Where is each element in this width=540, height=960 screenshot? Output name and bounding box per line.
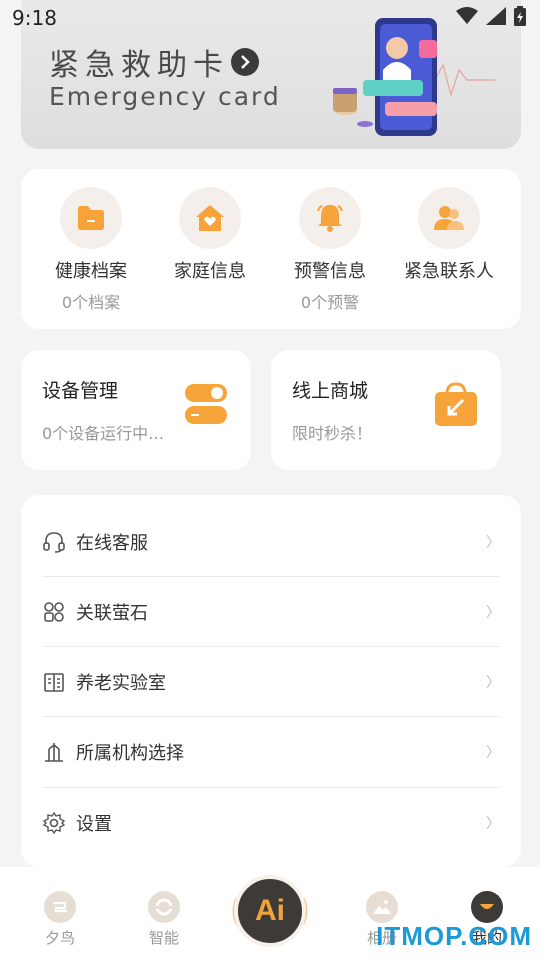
- chevron-right-icon: 〉: [486, 535, 500, 551]
- menu-label: 养老实验室: [76, 673, 166, 694]
- banner-title: 紧急救助卡: [49, 48, 229, 83]
- shopping-bag-icon: [435, 382, 477, 426]
- banner-title-row: 紧急救助卡: [49, 40, 259, 84]
- device-title: 设备管理: [42, 380, 119, 402]
- home-heart-icon: [196, 205, 224, 231]
- shop-title: 线上商城: [292, 380, 369, 402]
- quick-item-emergency-contacts[interactable]: 紧急联系人: [389, 187, 509, 289]
- settings-menu-card: 在线客服 〉 关联萤石 〉 养老实验室 〉 所属机构选择 〉 设置 〉: [21, 495, 521, 867]
- quick-item-family-info[interactable]: 家庭信息: [150, 187, 270, 289]
- gear-icon: [42, 811, 66, 835]
- smart-ring-icon: [148, 891, 180, 923]
- shop-sub: 限时秒杀！: [292, 424, 373, 443]
- menu-item-customer-service[interactable]: 在线客服 〉: [42, 507, 500, 577]
- chevron-right-icon: 〉: [486, 816, 500, 832]
- quick-item-health-records[interactable]: 健康档案 0个档案: [31, 187, 151, 313]
- tab-label: 夕鸟: [44, 929, 75, 947]
- quick-label: 预警信息: [294, 261, 366, 282]
- quick-sub: 0个预警: [300, 293, 360, 312]
- folder-icon: [78, 206, 104, 230]
- quick-icon-wrap: [179, 187, 241, 249]
- menu-label: 在线客服: [76, 533, 148, 554]
- signal-icon: [486, 7, 506, 25]
- quick-actions-card: 健康档案 0个档案 家庭信息 预警信息 0个预警 紧急联系人: [21, 169, 521, 329]
- quick-sub: 0个档案: [61, 293, 121, 312]
- tab-xiniao[interactable]: 夕鸟: [20, 891, 100, 948]
- online-shop-card[interactable]: 线上商城 限时秒杀！: [271, 350, 501, 470]
- ai-assistant-button[interactable]: Ai: [229, 870, 311, 952]
- tab-label: 智能: [148, 929, 179, 947]
- menu-label: 所属机构选择: [76, 743, 184, 764]
- headset-icon: [42, 530, 66, 554]
- bell-icon: [317, 205, 343, 232]
- profile-icon: [471, 891, 503, 923]
- menu-item-elderly-lab[interactable]: 养老实验室 〉: [42, 647, 500, 717]
- photo-icon: [366, 891, 398, 923]
- watermark: ITMOP.COM: [376, 921, 532, 951]
- grid-link-icon: [42, 600, 66, 624]
- contacts-icon: [434, 206, 464, 230]
- status-icons: [456, 6, 526, 26]
- quick-icon-wrap: [418, 187, 480, 249]
- bottom-tab-bar: 夕鸟 智能 Ai 相册 我的 ITMOP.COM: [0, 867, 540, 960]
- battery-icon: [514, 6, 526, 26]
- menu-label: 关联萤石: [76, 603, 148, 624]
- bird-logo-icon: [44, 891, 76, 923]
- building-icon: [42, 670, 66, 694]
- banner-subtitle: Emergency card: [49, 82, 281, 111]
- ai-label: Ai: [255, 894, 285, 927]
- device-management-card[interactable]: 设备管理 0个设备运行中…: [21, 350, 251, 470]
- quick-label: 紧急联系人: [404, 261, 494, 282]
- wifi-icon: [456, 7, 478, 24]
- menu-item-institution-select[interactable]: 所属机构选择 〉: [42, 717, 500, 787]
- chevron-right-icon[interactable]: [231, 48, 259, 76]
- status-time: 9:18: [12, 6, 57, 30]
- institution-icon: [42, 740, 66, 764]
- status-bar: 9:18: [0, 0, 540, 36]
- quick-label: 家庭信息: [174, 261, 246, 282]
- menu-label: 设置: [76, 814, 112, 835]
- tab-smart[interactable]: 智能: [124, 891, 204, 948]
- device-sub: 0个设备运行中…: [42, 424, 165, 443]
- menu-item-settings[interactable]: 设置 〉: [42, 788, 500, 858]
- chevron-right-icon: 〉: [486, 675, 500, 691]
- menu-item-link-ezviz[interactable]: 关联萤石 〉: [42, 577, 500, 647]
- quick-label: 健康档案: [55, 261, 127, 282]
- quick-icon-wrap: [299, 187, 361, 249]
- device-toggle-icon: [185, 384, 227, 424]
- chevron-right-icon: 〉: [486, 605, 500, 621]
- ai-circle: Ai: [234, 875, 306, 947]
- quick-item-alerts[interactable]: 预警信息 0个预警: [270, 187, 390, 313]
- chevron-right-icon: 〉: [486, 745, 500, 761]
- quick-icon-wrap: [60, 187, 122, 249]
